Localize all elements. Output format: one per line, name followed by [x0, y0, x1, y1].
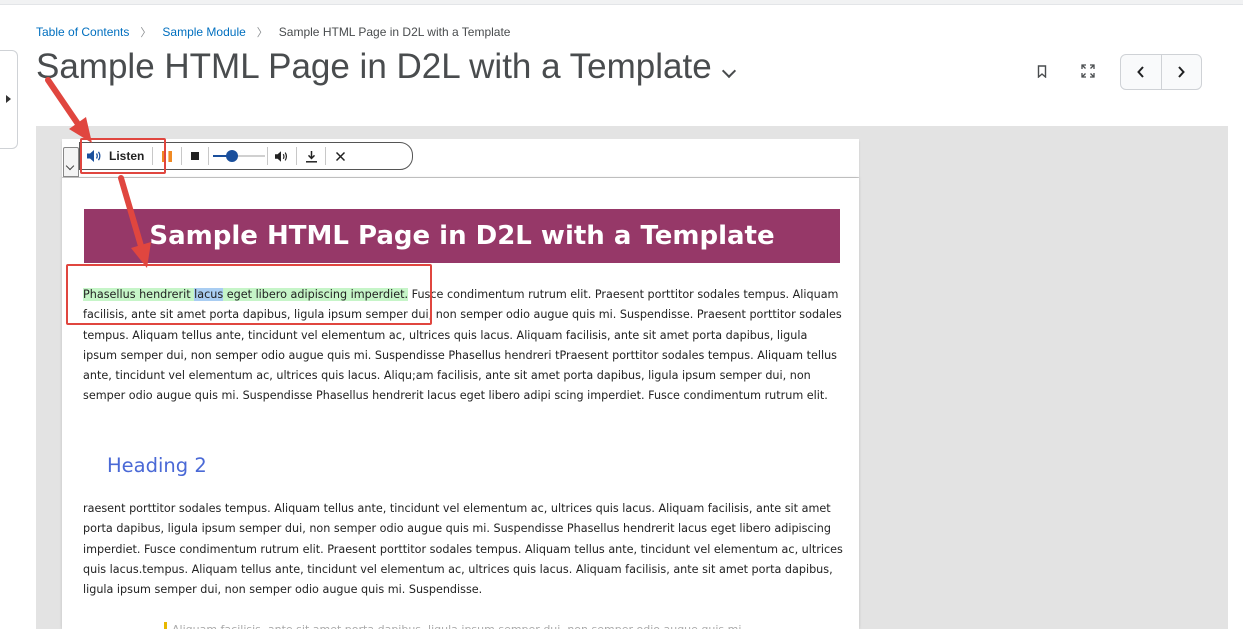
bookmark-icon: [1037, 64, 1047, 78]
volume-slider[interactable]: [209, 143, 267, 169]
breadcrumb-table-of-contents[interactable]: Table of Contents: [36, 25, 129, 39]
side-panel-toggle[interactable]: [0, 50, 18, 149]
chevron-down-icon: [721, 63, 736, 79]
page-title-dropdown[interactable]: Sample HTML Page in D2L with a Template: [36, 47, 736, 87]
document-banner: Sample HTML Page in D2L with a Template: [84, 209, 840, 263]
volume-icon: [275, 150, 288, 162]
chevron-left-icon: [1136, 66, 1144, 78]
breadcrumb-separator-icon: 〉: [140, 27, 152, 39]
listen-button[interactable]: Listen: [80, 143, 152, 169]
listen-label: Listen: [109, 149, 145, 163]
stop-icon: [191, 152, 200, 160]
fullscreen-button[interactable]: [1074, 56, 1102, 86]
next-topic-button[interactable]: [1160, 55, 1202, 89]
paragraph-rest: Fusce condimentum rutrum elit. Praesent …: [83, 288, 842, 403]
top-border: [0, 0, 1243, 5]
download-button[interactable]: [297, 143, 325, 169]
bookmark-button[interactable]: [1028, 56, 1056, 86]
expand-arrow-icon: [6, 95, 11, 103]
current-word-highlight: lacus: [194, 288, 224, 301]
pause-icon: [162, 150, 173, 162]
blockquote-bar: [164, 622, 167, 629]
volume-button[interactable]: [268, 143, 296, 169]
body-paragraph: Phasellus hendrerit lacus eget libero ad…: [83, 285, 843, 407]
breadcrumb-current-page: Sample HTML Page in D2L with a Template: [278, 25, 511, 39]
fullscreen-icon: [1081, 64, 1095, 78]
body-paragraph: raesent porttitor sodales tempus. Aliqua…: [83, 502, 843, 597]
stop-button[interactable]: [182, 143, 208, 169]
download-icon: [305, 150, 317, 163]
close-icon: [335, 151, 345, 161]
previous-topic-button[interactable]: [1121, 55, 1161, 89]
sentence-end: eget libero adipiscing imperdiet.: [223, 288, 409, 301]
volume-knob[interactable]: [225, 150, 238, 162]
speaker-icon: [87, 150, 101, 162]
sentence-start: Phasellus hendrerit: [83, 288, 195, 301]
chevron-right-icon: [1178, 66, 1186, 78]
highlighted-sentence: Phasellus hendrerit lacus eget libero ad…: [83, 288, 409, 301]
breadcrumb-sample-module[interactable]: Sample Module: [162, 25, 245, 39]
pause-button[interactable]: [153, 143, 181, 169]
readspeaker-collapse-button[interactable]: [63, 147, 79, 177]
chevron-down-icon: [65, 161, 75, 171]
topic-navigation: [1120, 54, 1202, 90]
close-readspeaker-button[interactable]: [326, 143, 354, 169]
blockquote-text: Aliquam facilisis, ante sit amet porta d…: [172, 620, 812, 629]
readspeaker-toolbar: Listen: [79, 142, 413, 170]
page-title: Sample HTML Page in D2L with a Template: [36, 47, 712, 86]
heading-2: Heading 2: [107, 454, 207, 477]
breadcrumb-separator-icon: 〉: [256, 27, 268, 39]
breadcrumb: Table of Contents 〉 Sample Module 〉 Samp…: [36, 24, 510, 40]
banner-title: Sample HTML Page in D2L with a Template: [149, 221, 775, 251]
